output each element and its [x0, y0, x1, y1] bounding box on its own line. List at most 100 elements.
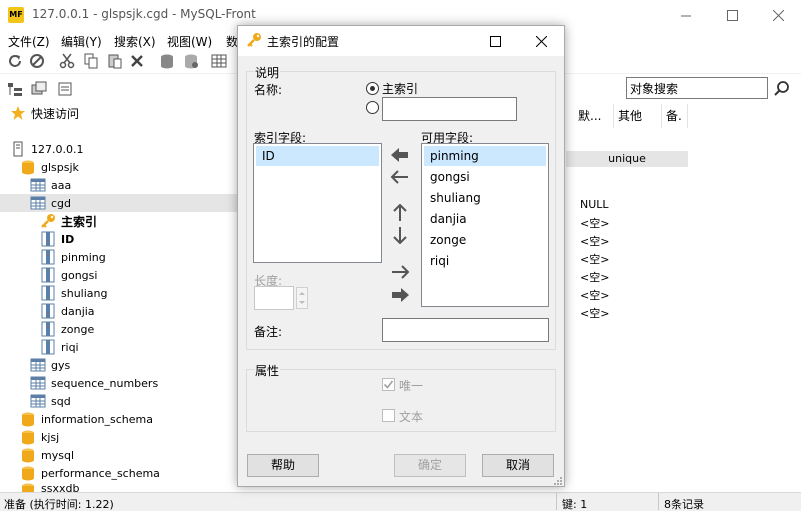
move-left-arrow-icon[interactable] [390, 168, 410, 186]
database-delete-button[interactable] [182, 52, 200, 70]
tree-field-id[interactable]: ID [0, 230, 238, 248]
tree-table-sequence-numbers[interactable]: sequence_numbers [0, 374, 238, 392]
grid-cell-default[interactable]: NULL [580, 198, 609, 211]
column-header-comment[interactable]: 备. [662, 104, 688, 128]
table-button[interactable] [210, 52, 228, 70]
tree-database-performance-schema[interactable]: performance_schema [0, 464, 238, 482]
tree-view-button[interactable] [6, 80, 24, 98]
tree-table-sqd[interactable]: sqd [0, 392, 238, 410]
tree-table-aaa[interactable]: aaa [0, 176, 238, 194]
available-fields-list[interactable]: pinming gongsi shuliang danjia zonge riq… [421, 143, 549, 307]
tree-server[interactable]: 127.0.0.1 [0, 140, 238, 158]
length-spinner[interactable] [296, 287, 308, 309]
custom-name-radio[interactable] [366, 101, 379, 114]
remove-field-arrow-icon[interactable] [390, 286, 410, 304]
column-header-default[interactable]: 默... [574, 104, 614, 128]
minimize-button[interactable] [663, 0, 709, 30]
refresh-button[interactable] [6, 52, 24, 70]
list-item[interactable]: shuliang [424, 188, 546, 208]
tree-database-ssxxdb[interactable]: ssxxdb [0, 482, 238, 492]
grid-cell-default[interactable]: <空> [580, 287, 609, 303]
tree-database-kjsj[interactable]: kjsj [0, 428, 238, 446]
object-browser-button[interactable] [30, 80, 48, 98]
database-icon [161, 54, 173, 69]
list-item[interactable]: zonge [424, 230, 546, 250]
help-button[interactable]: 帮助 [247, 454, 319, 477]
list-item[interactable]: danjia [424, 209, 546, 229]
tree-field-shuliang[interactable]: shuliang [0, 284, 238, 302]
grid-cell-default[interactable]: <空> [580, 305, 609, 321]
key-icon [247, 33, 261, 47]
sql-editor-button[interactable] [56, 80, 74, 98]
search-button[interactable] [772, 79, 792, 99]
dialog-close-button[interactable] [518, 26, 564, 56]
quick-access-item[interactable]: 快速访问 [0, 104, 238, 122]
database-icon [22, 160, 34, 175]
grid-cell-default[interactable]: <空> [580, 215, 609, 231]
dialog-title: 主索引的配置 [267, 35, 340, 49]
star-icon [11, 106, 25, 120]
grid-cell-default[interactable]: <空> [580, 269, 609, 285]
tree-index-primary[interactable]: 主索引 [0, 212, 238, 230]
field-label: ID [61, 232, 75, 246]
tree-field-danjia[interactable]: danjia [0, 302, 238, 320]
tree-field-riqi[interactable]: riqi [0, 338, 238, 356]
list-item[interactable]: pinming [424, 146, 546, 166]
paste-button[interactable] [106, 52, 124, 70]
description-group-label: 说明 [254, 64, 281, 81]
comment-input[interactable] [382, 318, 549, 342]
delete-button[interactable] [128, 52, 146, 70]
menu-view[interactable]: 视图(W) [167, 33, 212, 50]
unique-checkbox[interactable] [382, 378, 395, 391]
resize-grip-icon[interactable] [554, 476, 563, 485]
stop-button[interactable] [28, 52, 46, 70]
grid-cell-default[interactable]: <空> [580, 233, 609, 249]
field-icon [41, 321, 55, 337]
ok-button[interactable]: 确定 [394, 454, 466, 477]
attributes-group-label: 属性 [254, 362, 281, 379]
search-icon [774, 81, 789, 96]
tree-table-gys[interactable]: gys [0, 356, 238, 374]
fulltext-checkbox[interactable] [382, 409, 395, 422]
tree-database-mysql[interactable]: mysql [0, 446, 238, 464]
table-icon [30, 196, 46, 210]
primary-index-radio[interactable] [366, 82, 379, 95]
tree-database-glspsjk[interactable]: glspsjk [0, 158, 238, 176]
menu-edit[interactable]: 编辑(Y) [61, 33, 102, 50]
cut-button[interactable] [58, 52, 76, 70]
checkmark-icon [383, 380, 394, 389]
tree-table-cgd[interactable]: cgd [0, 194, 238, 212]
list-item[interactable]: gongsi [424, 167, 546, 187]
close-window-button[interactable] [755, 0, 801, 30]
maximize-button[interactable] [709, 0, 755, 30]
database-label: mysql [41, 448, 74, 462]
move-right-arrow-icon[interactable] [390, 263, 410, 281]
tree-field-pinming[interactable]: pinming [0, 248, 238, 266]
copy-button[interactable] [82, 52, 100, 70]
tree-field-gongsi[interactable]: gongsi [0, 266, 238, 284]
length-input[interactable] [254, 286, 294, 310]
index-fields-list[interactable]: ID [253, 143, 382, 263]
database-button[interactable] [158, 52, 176, 70]
tree-field-zonge[interactable]: zonge [0, 320, 238, 338]
move-up-arrow-icon[interactable] [390, 204, 410, 222]
field-label: pinming [61, 250, 106, 264]
index-type-cell[interactable]: unique [566, 151, 688, 167]
stop-icon [30, 54, 44, 68]
tree-database-information-schema[interactable]: information_schema [0, 410, 238, 428]
object-search-input[interactable]: 对象搜索 [626, 77, 768, 99]
move-down-arrow-icon[interactable] [390, 226, 410, 244]
list-item[interactable]: riqi [424, 251, 546, 271]
add-field-arrow-icon[interactable] [390, 146, 410, 164]
unique-label: 唯一 [399, 379, 424, 393]
menu-file[interactable]: 文件(Z) [8, 33, 50, 50]
database-icon [22, 448, 34, 463]
index-name-input[interactable] [382, 97, 517, 121]
cancel-button[interactable]: 取消 [482, 454, 554, 477]
menu-search[interactable]: 搜索(X) [114, 33, 156, 50]
list-item[interactable]: ID [256, 146, 379, 166]
grid-cell-default[interactable]: <空> [580, 251, 609, 267]
dialog-maximize-button[interactable] [472, 26, 518, 56]
field-label: riqi [61, 340, 79, 354]
column-header-other[interactable]: 其他 [614, 104, 662, 128]
